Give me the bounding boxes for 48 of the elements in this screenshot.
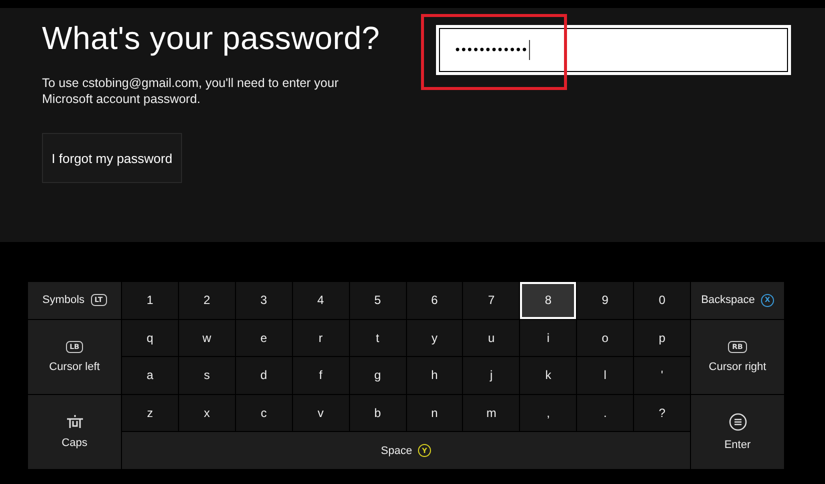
keyboard-key[interactable]: c: [236, 394, 292, 432]
keyboard-key[interactable]: 0: [634, 282, 690, 319]
keyboard-key[interactable]: h: [406, 357, 462, 394]
keyboard-key[interactable]: z: [122, 394, 178, 432]
page-title: What's your password?: [42, 20, 380, 57]
keyboard-key[interactable]: y: [406, 320, 462, 356]
keyboard-key[interactable]: q: [122, 320, 178, 356]
keyboard-key[interactable]: v: [292, 394, 349, 432]
keyboard-key[interactable]: 4: [292, 282, 349, 319]
keyboard-key[interactable]: 3: [236, 282, 292, 319]
keyboard-key[interactable]: w: [178, 320, 235, 356]
keyboard-key[interactable]: 2: [178, 282, 235, 319]
keyboard-key[interactable]: o: [577, 320, 634, 356]
keyboard-key[interactable]: b: [350, 394, 406, 432]
keyboard-key[interactable]: x: [178, 394, 235, 432]
keyboard-key[interactable]: ,: [520, 394, 576, 432]
keyboard-key[interactable]: 1: [122, 282, 178, 319]
keyboard-key[interactable]: 7: [463, 282, 520, 319]
menu-icon: [728, 412, 746, 431]
password-field[interactable]: ••••••••••••: [439, 28, 788, 72]
caps-icon: [66, 414, 84, 429]
keyboard-key[interactable]: f: [292, 357, 349, 394]
keyboard-key[interactable]: s: [178, 357, 235, 394]
keyboard-key[interactable]: t: [350, 320, 406, 356]
keyboard-key[interactable]: e: [236, 320, 292, 356]
keyboard-key[interactable]: ': [634, 357, 690, 394]
keyboard-key[interactable]: u: [463, 320, 520, 356]
keyboard-key[interactable]: a: [122, 357, 178, 394]
keyboard-key[interactable]: p: [634, 320, 690, 356]
keyboard-key[interactable]: Caps: [28, 394, 121, 469]
keyboard-key[interactable]: r: [292, 320, 349, 356]
keyboard-key[interactable]: l: [577, 357, 634, 394]
keyboard-key[interactable]: n: [406, 394, 462, 432]
keyboard-key[interactable]: 6: [406, 282, 462, 319]
keyboard-key[interactable]: i: [520, 320, 576, 356]
keyboard-key[interactable]: g: [350, 357, 406, 394]
keyboard-key[interactable]: 9: [577, 282, 634, 319]
keyboard-key[interactable]: d: [236, 357, 292, 394]
forgot-password-button[interactable]: I forgot my password: [42, 133, 182, 183]
description-text: To use cstobing@gmail.com, you'll need to enter your Microsoft account password.: [42, 75, 340, 107]
keyboard-key[interactable]: ?: [634, 394, 690, 432]
keyboard-key[interactable]: 8: [520, 282, 576, 319]
keyboard-key[interactable]: k: [520, 357, 576, 394]
keyboard-key[interactable]: j: [463, 357, 520, 394]
keyboard-key[interactable]: Enter: [691, 394, 784, 469]
keyboard-key[interactable]: m: [463, 394, 520, 432]
keyboard-key[interactable]: .: [577, 394, 634, 432]
keyboard-key[interactable]: 5: [350, 282, 406, 319]
